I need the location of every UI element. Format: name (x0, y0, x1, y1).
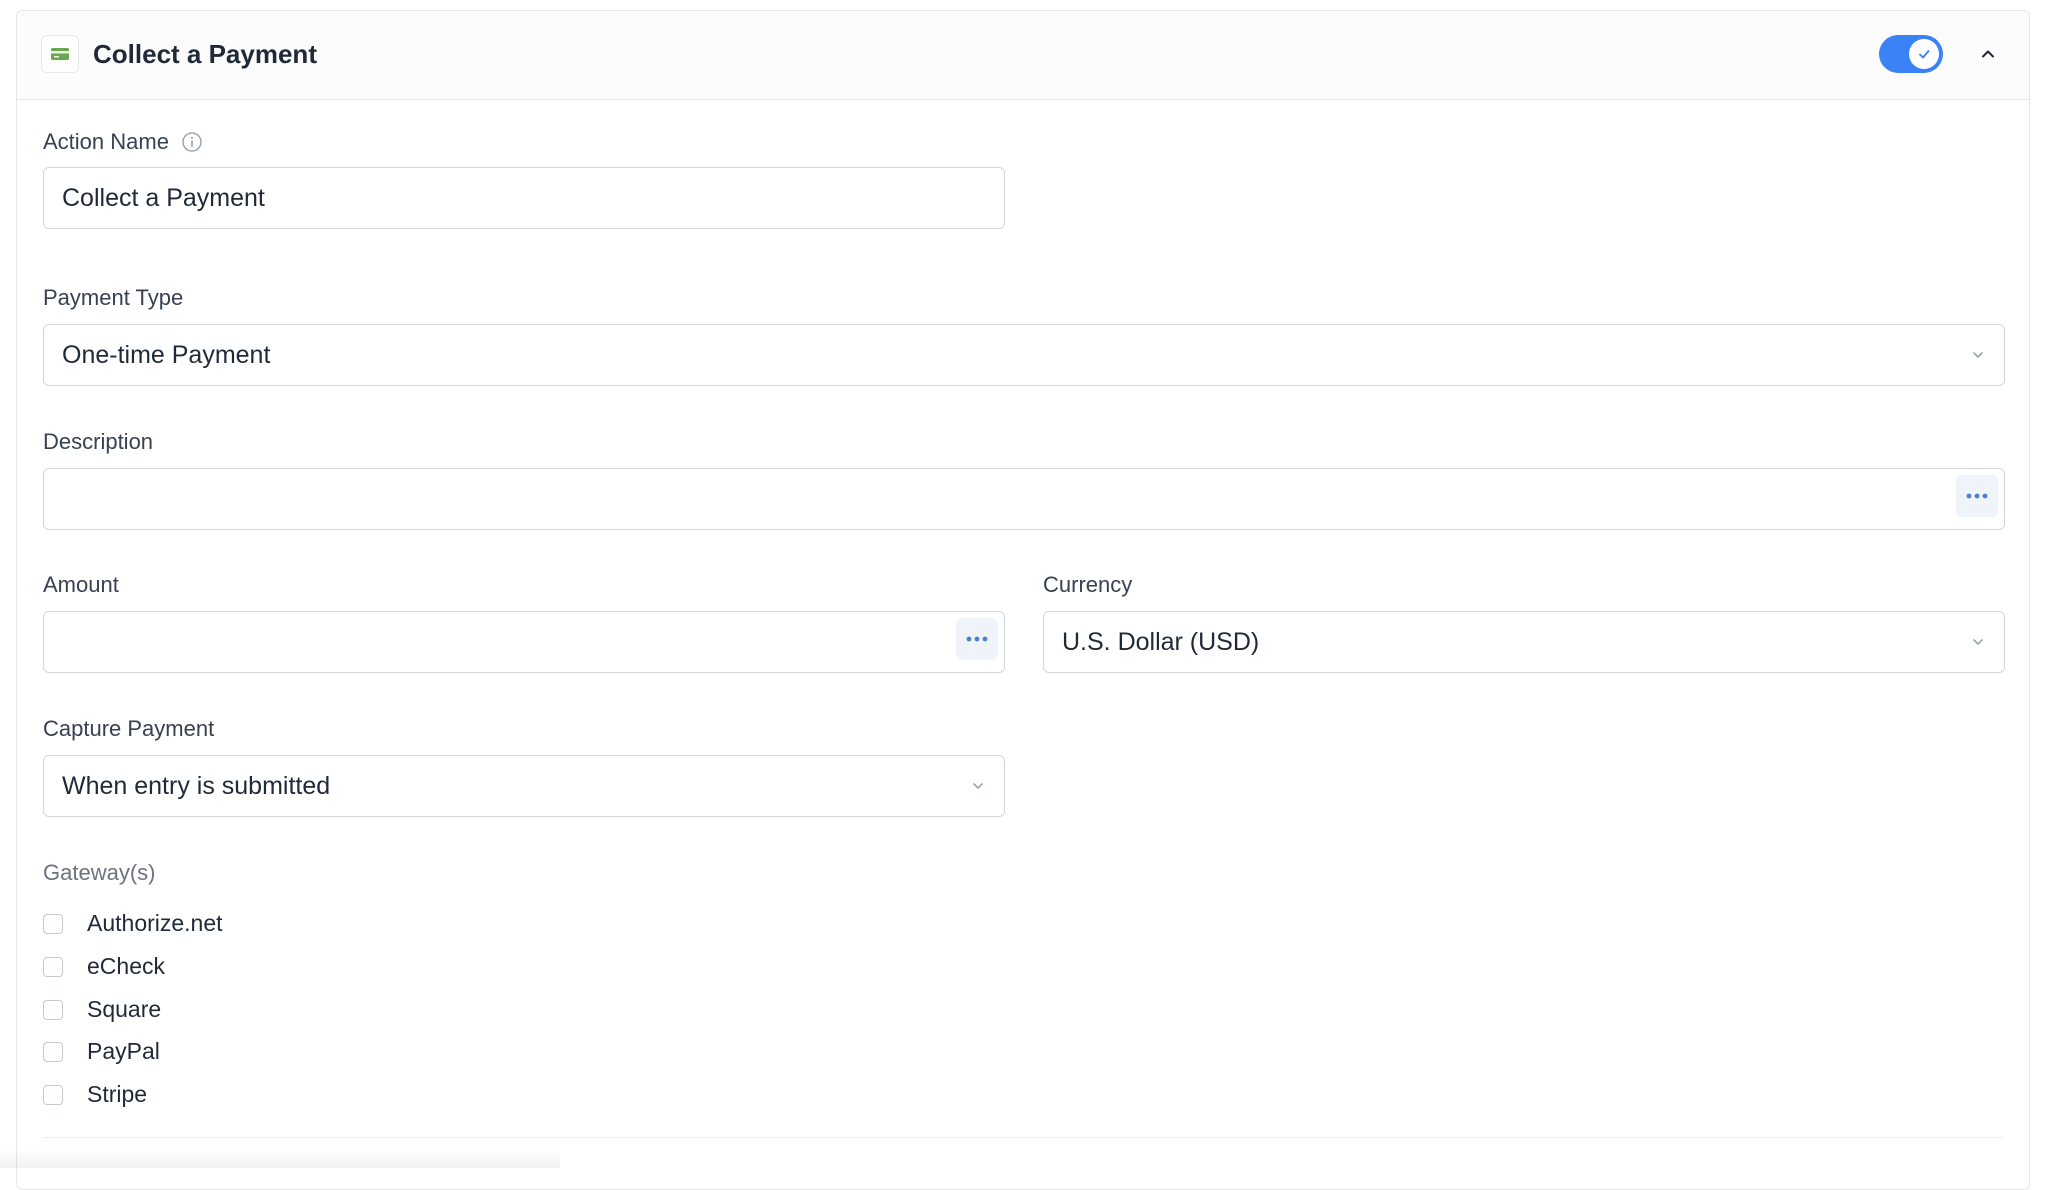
description-label: Description (43, 429, 154, 454)
gateway-option[interactable]: Stripe (43, 1081, 147, 1108)
gateway-option-label: Authorize.net (87, 910, 223, 936)
more-dots-icon (1966, 493, 1988, 499)
info-icon[interactable] (181, 131, 203, 153)
gateways-label: Gateway(s) (43, 860, 156, 885)
more-options-button[interactable] (956, 618, 998, 660)
collect-payment-panel: Collect a Payment Action Name Collect a … (16, 10, 2030, 1190)
gateway-checkbox[interactable] (43, 1041, 63, 1062)
credit-card-icon (41, 35, 79, 73)
amount-input[interactable] (43, 611, 1005, 673)
chevron-down-icon (1973, 639, 1983, 645)
currency-value: U.S. Dollar (USD) (1062, 627, 1260, 656)
gateway-checkbox[interactable] (43, 1084, 63, 1105)
gateway-option-label: Square (87, 996, 162, 1022)
gateway-option-label: Stripe (87, 1081, 148, 1107)
action-name-label-row: Action Name (43, 129, 203, 155)
action-name-input[interactable]: Collect a Payment (43, 167, 1005, 229)
gateway-checkbox[interactable] (43, 913, 63, 934)
gateway-checkbox[interactable] (43, 956, 63, 977)
more-options-button[interactable] (1956, 475, 1998, 517)
gateway-option[interactable]: Authorize.net (43, 910, 223, 937)
gateway-option-label: eCheck (87, 953, 165, 979)
payment-type-select[interactable]: One-time Payment (43, 324, 2005, 386)
chevron-up-icon[interactable] (1975, 41, 2001, 67)
gateway-option[interactable]: Square (43, 996, 161, 1023)
payment-type-label: Payment Type (43, 285, 184, 310)
chevron-down-icon (973, 783, 983, 789)
description-input[interactable] (43, 468, 2005, 530)
action-name-value: Collect a Payment (62, 183, 265, 212)
gateway-option[interactable]: PayPal (43, 1038, 160, 1065)
more-dots-icon (966, 636, 988, 642)
gateway-option-label: PayPal (87, 1038, 160, 1064)
action-name-label: Action Name (43, 129, 169, 154)
payment-type-value: One-time Payment (62, 340, 271, 369)
capture-payment-label: Capture Payment (43, 716, 215, 741)
amount-label: Amount (43, 572, 119, 597)
gateway-checkbox[interactable] (43, 999, 63, 1020)
currency-select[interactable]: U.S. Dollar (USD) (1043, 611, 2005, 673)
gateway-option[interactable]: eCheck (43, 953, 165, 980)
section-divider (43, 1137, 2003, 1138)
capture-payment-select[interactable]: When entry is submitted (43, 755, 1005, 817)
panel-title: Collect a Payment (93, 39, 317, 69)
capture-payment-value: When entry is submitted (62, 771, 331, 800)
chevron-down-icon (1973, 352, 1983, 358)
currency-label: Currency (1043, 572, 1133, 597)
check-icon (1909, 39, 1939, 69)
enable-toggle[interactable] (1879, 35, 1943, 73)
panel-header[interactable]: Collect a Payment (17, 11, 2029, 100)
scroll-shadow (0, 1148, 560, 1168)
